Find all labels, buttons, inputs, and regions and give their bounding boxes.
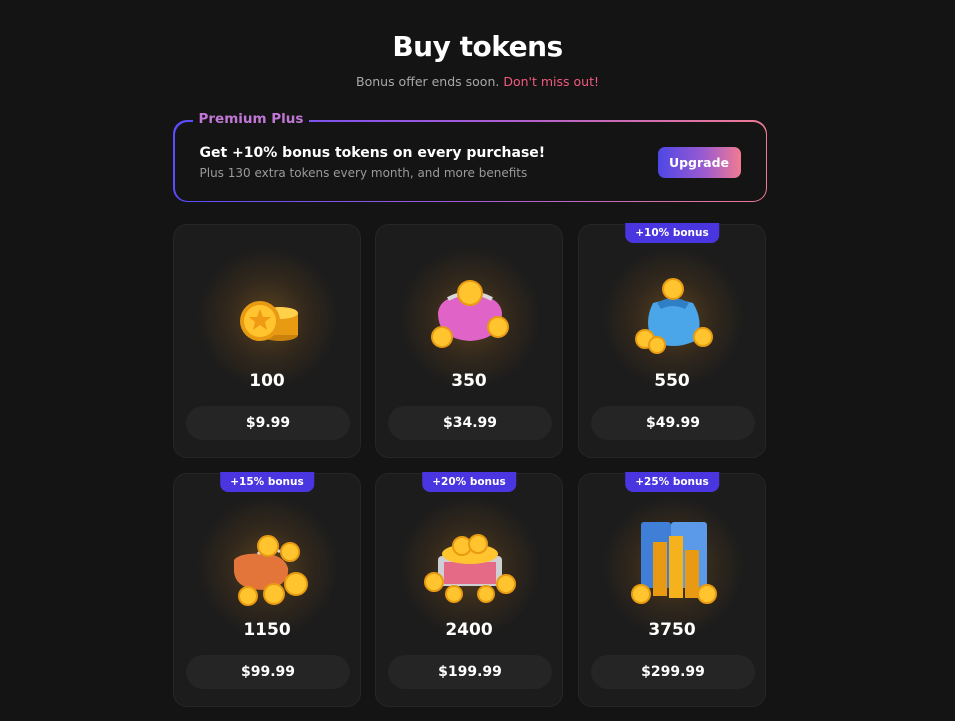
bonus-badge: +10% bonus — [625, 223, 719, 243]
coin-purse-icon — [431, 280, 509, 348]
token-amount: 1150 — [243, 620, 291, 640]
coin-stack-icon — [240, 301, 298, 341]
coin-chest-icon — [424, 534, 516, 603]
subtitle-highlight: Don't miss out! — [503, 74, 599, 89]
price-button[interactable]: $49.99 — [591, 406, 755, 440]
coin-vault-icon — [631, 522, 717, 604]
token-amount: 350 — [451, 371, 487, 391]
price-button[interactable]: $34.99 — [388, 406, 552, 440]
bonus-badge: +15% bonus — [220, 472, 314, 492]
token-pack-card[interactable]: 350 $34.99 — [375, 224, 563, 458]
price-button[interactable]: $299.99 — [591, 655, 755, 689]
token-pack-card[interactable]: +15% bonus 1150 $99.99 — [173, 472, 361, 707]
premium-label: Premium Plus — [192, 110, 310, 127]
coin-sack-icon — [234, 535, 308, 606]
premium-plus-banner: Premium Plus Get +10% bonus tokens on ev… — [173, 110, 767, 202]
token-pack-card[interactable]: +25% bonus 3750 $299.99 — [578, 472, 766, 707]
page-subtitle: Bonus offer ends soon. Don't miss out! — [0, 74, 955, 89]
page-title: Buy tokens — [392, 30, 563, 63]
token-amount: 550 — [654, 371, 690, 391]
token-pack-card[interactable]: +10% bonus 550 $49.99 — [578, 223, 766, 458]
coin-bag-icon — [635, 278, 713, 354]
token-pack-card[interactable]: 100 $9.99 — [173, 224, 361, 458]
bonus-badge: +25% bonus — [625, 472, 719, 492]
price-button[interactable]: $99.99 — [186, 655, 350, 689]
bonus-badge: +20% bonus — [422, 472, 516, 492]
token-amount: 3750 — [648, 620, 696, 640]
upgrade-button[interactable]: Upgrade — [657, 146, 741, 178]
token-amount: 2400 — [445, 620, 493, 640]
premium-description: Plus 130 extra tokens every month, and m… — [199, 165, 528, 180]
price-button[interactable]: $199.99 — [388, 655, 552, 689]
subtitle-text: Bonus offer ends soon. — [356, 74, 500, 89]
token-pack-card[interactable]: +20% bonus 2400 $199.99 — [375, 472, 563, 707]
token-amount: 100 — [249, 371, 285, 391]
premium-headline: Get +10% bonus tokens on every purchase! — [199, 144, 546, 161]
price-button[interactable]: $9.99 — [186, 406, 350, 440]
